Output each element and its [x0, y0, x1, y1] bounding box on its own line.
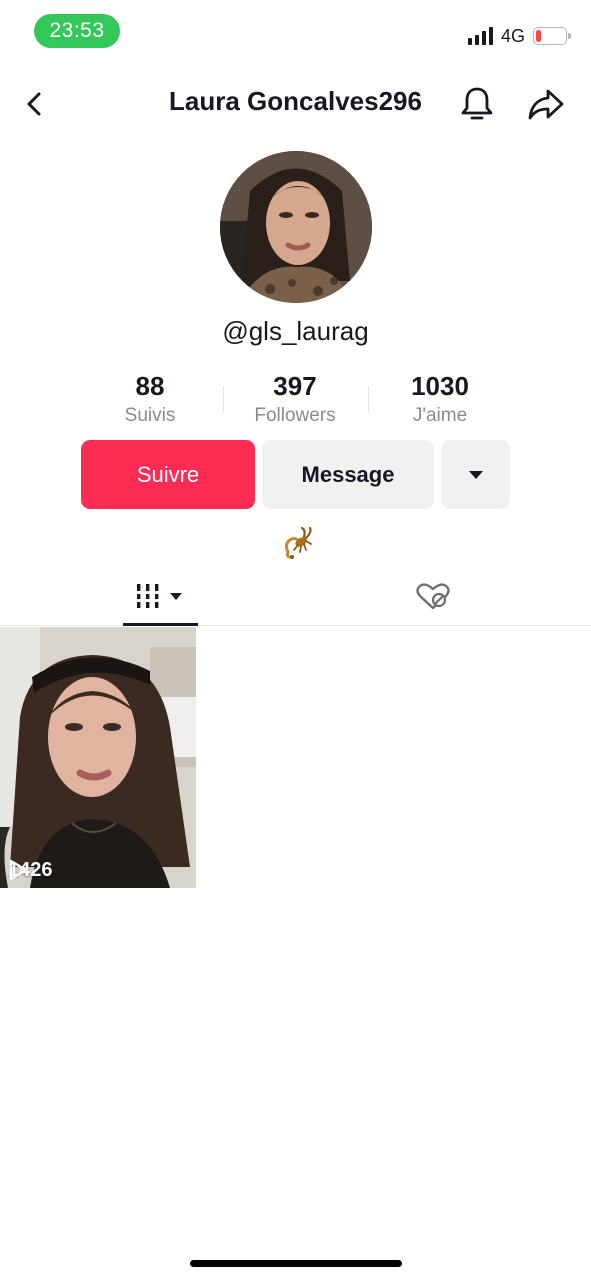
stat-value: 88	[135, 371, 165, 401]
stat-label: J'aime	[412, 405, 468, 426]
follow-button[interactable]: Suivre	[81, 440, 255, 509]
network-type: 4G	[500, 25, 525, 46]
stat-followers[interactable]: 397 Followers	[220, 370, 370, 430]
profile-header: Laura Goncalves296	[0, 76, 591, 132]
video-thumbnail[interactable]: 1426	[0, 627, 196, 888]
stat-label: Followers	[254, 405, 336, 426]
tab-videos[interactable]	[123, 566, 198, 626]
notification-bell-button[interactable]	[455, 82, 499, 126]
profile-username: @gls_laurag	[222, 316, 369, 346]
caret-down-icon	[468, 470, 483, 479]
home-indicator[interactable]	[190, 1260, 402, 1267]
profile-stats: 88 Suivis 397 Followers 1030 J'aime	[0, 370, 591, 430]
play-outline-icon	[9, 859, 28, 881]
avatar[interactable]	[220, 151, 372, 303]
status-bar: 23:53 4G 17	[0, 0, 591, 62]
liked-hidden-icon	[415, 583, 450, 610]
back-button[interactable]	[13, 82, 57, 126]
share-button[interactable]	[524, 82, 568, 126]
share-arrow-icon	[528, 89, 564, 120]
stat-following[interactable]: 88 Suivis	[75, 370, 225, 430]
stat-value: 1030	[411, 371, 469, 401]
tab-liked[interactable]	[395, 566, 470, 626]
scorpion-icon	[284, 526, 312, 559]
stat-value: 397	[273, 371, 317, 401]
bell-icon	[461, 87, 493, 120]
stat-label: Suivis	[124, 405, 176, 426]
stat-likes[interactable]: 1030 J'aime	[365, 370, 515, 430]
page-title: Laura Goncalves296	[169, 86, 422, 116]
battery-level	[536, 30, 541, 42]
profile-page: 23:53 4G 17 Laura Goncalves296 @gls_laur…	[0, 0, 591, 1280]
video-thumbnail-image	[0, 627, 196, 888]
videos-grid-icon	[134, 584, 182, 608]
tab-active-indicator	[123, 623, 198, 626]
video-views: 1426	[8, 859, 53, 882]
status-time[interactable]: 23:53	[34, 14, 120, 48]
cellular-signal-icon	[467, 27, 493, 45]
message-button[interactable]: Message	[262, 440, 434, 509]
avatar-photo	[220, 151, 372, 303]
profile-tabs	[0, 566, 591, 626]
status-indicators: 4G 17	[467, 24, 571, 48]
profile-actions: Suivre Message	[0, 440, 591, 510]
more-options-button[interactable]	[441, 440, 510, 509]
battery-percent: 17	[543, 29, 557, 43]
battery-icon: 17	[533, 27, 571, 45]
chevron-left-icon	[27, 92, 41, 116]
